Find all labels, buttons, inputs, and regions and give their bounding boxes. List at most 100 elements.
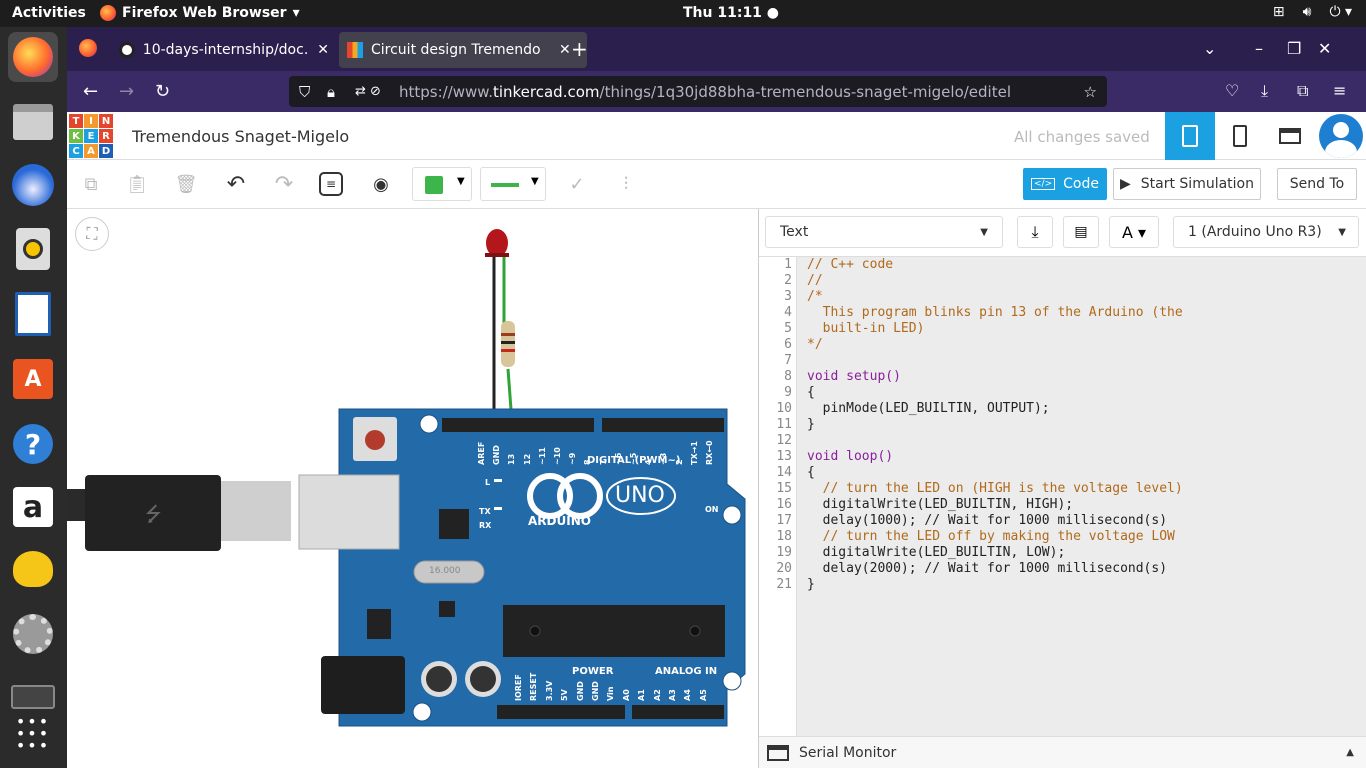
- back-button[interactable]: ←: [83, 81, 98, 102]
- code-editor[interactable]: // C++ code///* This program blinks pin …: [807, 257, 1183, 593]
- code-line: // turn the LED on (HIGH is the voltage …: [807, 481, 1183, 496]
- code-mode-select[interactable]: Text ▼: [765, 216, 1003, 248]
- downloads-icon[interactable]: ⤓: [1261, 81, 1268, 101]
- dock-rhythmbox[interactable]: [8, 224, 58, 274]
- tab-tinkercad[interactable]: Circuit design Tremendo ✕: [339, 32, 587, 68]
- serial-monitor-label: Serial Monitor: [799, 744, 897, 761]
- undo-icon[interactable]: ↶: [222, 170, 250, 198]
- serial-monitor-bar[interactable]: Serial Monitor ▲: [759, 736, 1366, 768]
- wire-icon: [491, 183, 519, 187]
- code-button-label: Code: [1063, 176, 1099, 192]
- dock-help[interactable]: ?: [8, 419, 58, 469]
- pin-label: ~10: [553, 447, 562, 465]
- circuit-icon: [1182, 125, 1198, 147]
- wire-type-picker[interactable]: ▼: [480, 167, 546, 201]
- start-simulation-label: Start Simulation: [1140, 176, 1254, 192]
- permissions-icon[interactable]: ⇄ ⊘: [355, 84, 381, 99]
- new-tab-button[interactable]: +: [571, 37, 588, 61]
- usb-port: [298, 474, 400, 550]
- start-simulation-button[interactable]: ▶ Start Simulation: [1113, 168, 1261, 200]
- paste-icon[interactable]: 📋︎: [123, 170, 151, 198]
- power-icon: ⏻ ▾: [1329, 4, 1352, 20]
- line-number: 21: [776, 577, 792, 592]
- dock-teapot[interactable]: [8, 544, 58, 594]
- led-base: [485, 253, 509, 257]
- pin-label: GND: [575, 681, 585, 701]
- app-menu[interactable]: Firefox Web Browser ▾: [100, 5, 300, 21]
- firefox-view-icon[interactable]: [79, 39, 97, 57]
- pin-label: GND: [492, 445, 502, 465]
- pin-label: ~5: [629, 452, 638, 465]
- lock-icon[interactable]: 🔒︎: [327, 83, 335, 101]
- regulator: [367, 609, 391, 639]
- line-number: 12: [776, 433, 792, 448]
- volume-icon: 🔊︎: [1302, 4, 1312, 20]
- save-status: All changes saved: [1014, 128, 1150, 146]
- reload-button[interactable]: ↻: [155, 81, 170, 102]
- clock[interactable]: Thu 11:11 ●: [683, 5, 779, 21]
- eye-icon[interactable]: ◉: [367, 170, 395, 198]
- code-line: pinMode(LED_BUILTIN, OUTPUT);: [807, 401, 1050, 416]
- code-line: built-in LED): [807, 321, 925, 336]
- pocket-icon[interactable]: ♡: [1225, 81, 1239, 100]
- pin-label: 13: [507, 453, 517, 465]
- copy-icon[interactable]: ⧉: [77, 170, 105, 198]
- dock-software[interactable]: A: [8, 354, 58, 404]
- close-window-button[interactable]: ✕: [1318, 39, 1331, 58]
- system-tray[interactable]: ⊞ 🔊︎ ⏻ ▾: [1273, 4, 1352, 20]
- activities-button[interactable]: Activities: [12, 5, 86, 21]
- close-icon[interactable]: ✕: [317, 42, 329, 58]
- code-line: {: [807, 385, 815, 400]
- tinkercad-logo[interactable]: T I N K E R C A D: [69, 114, 113, 158]
- header-digital-right: [602, 418, 724, 432]
- tab-github[interactable]: 10-days-internship/doc.m ✕: [111, 32, 337, 68]
- close-icon[interactable]: ✕: [559, 42, 571, 58]
- avatar[interactable]: [1319, 114, 1363, 158]
- circuit-canvas[interactable]: ⛶ ⭍ ARDUINO UNO DIGITAL (PWM~) POWER ANA…: [67, 209, 757, 768]
- forward-button[interactable]: →: [119, 81, 134, 102]
- design-title[interactable]: Tremendous Snaget-Migelo: [132, 127, 349, 146]
- code-line: delay(2000); // Wait for 1000 millisecon…: [807, 561, 1168, 576]
- component-list-button[interactable]: [1267, 112, 1313, 160]
- redo-icon[interactable]: ↷: [270, 170, 298, 198]
- font-size-icon[interactable]: A ▾: [1109, 216, 1159, 248]
- line-number: 16: [776, 497, 792, 512]
- line-number: 13: [776, 449, 792, 464]
- rotate-icon[interactable]: ✓: [563, 170, 591, 198]
- schematic-view-button[interactable]: [1217, 112, 1263, 160]
- send-to-button[interactable]: Send To: [1277, 168, 1357, 200]
- show-apps-button[interactable]: ••• ••• •••: [8, 712, 58, 756]
- l-led-label: L: [485, 478, 491, 487]
- list-tabs-chevron-icon[interactable]: ⌄: [1203, 39, 1216, 58]
- download-icon[interactable]: ⤓: [1017, 216, 1053, 248]
- flip-icon[interactable]: ⫶: [612, 170, 640, 198]
- color-picker[interactable]: ▼: [412, 167, 472, 201]
- code-button[interactable]: </> Code: [1023, 168, 1107, 200]
- dock-amazon[interactable]: a: [8, 482, 58, 532]
- maximize-button[interactable]: ❐: [1287, 39, 1301, 58]
- shield-icon[interactable]: ⛉: [299, 83, 310, 101]
- minimize-button[interactable]: –: [1255, 39, 1263, 58]
- url-prefix: https://www.: [399, 82, 493, 101]
- dock-firefox[interactable]: [8, 32, 58, 82]
- bookmark-star-icon[interactable]: ☆: [1084, 83, 1097, 101]
- url-bar[interactable]: ⛉ 🔒︎ ⇄ ⊘ https://www. tinkercad.com/thing…: [289, 76, 1107, 107]
- library-icon[interactable]: ▤: [1063, 216, 1099, 248]
- tinkercad-header: T I N K E R C A D Tremendous Snaget-Mige…: [67, 112, 1366, 160]
- trash-icon[interactable]: 🗑︎: [172, 170, 200, 198]
- dock-thunderbird[interactable]: [8, 160, 58, 210]
- dock-files[interactable]: [8, 97, 58, 147]
- chevron-up-icon[interactable]: ▲: [1346, 747, 1354, 758]
- menu-icon[interactable]: ≡: [1333, 81, 1346, 100]
- dock-settings[interactable]: [8, 609, 58, 659]
- clock-label: Thu 11:11: [683, 5, 762, 21]
- dock-writer[interactable]: [8, 289, 58, 339]
- notes-icon[interactable]: ≡: [319, 172, 343, 196]
- code-editor-icon: </>: [1031, 178, 1056, 190]
- extensions-icon[interactable]: ⧉: [1297, 81, 1308, 101]
- device-select[interactable]: 1 (Arduino Uno R3) ▼: [1173, 216, 1359, 248]
- line-number: 2: [784, 273, 792, 288]
- crystal-label: 16.000: [429, 566, 461, 576]
- circuit-view-button[interactable]: [1165, 112, 1215, 160]
- serial-monitor-icon: [767, 744, 789, 761]
